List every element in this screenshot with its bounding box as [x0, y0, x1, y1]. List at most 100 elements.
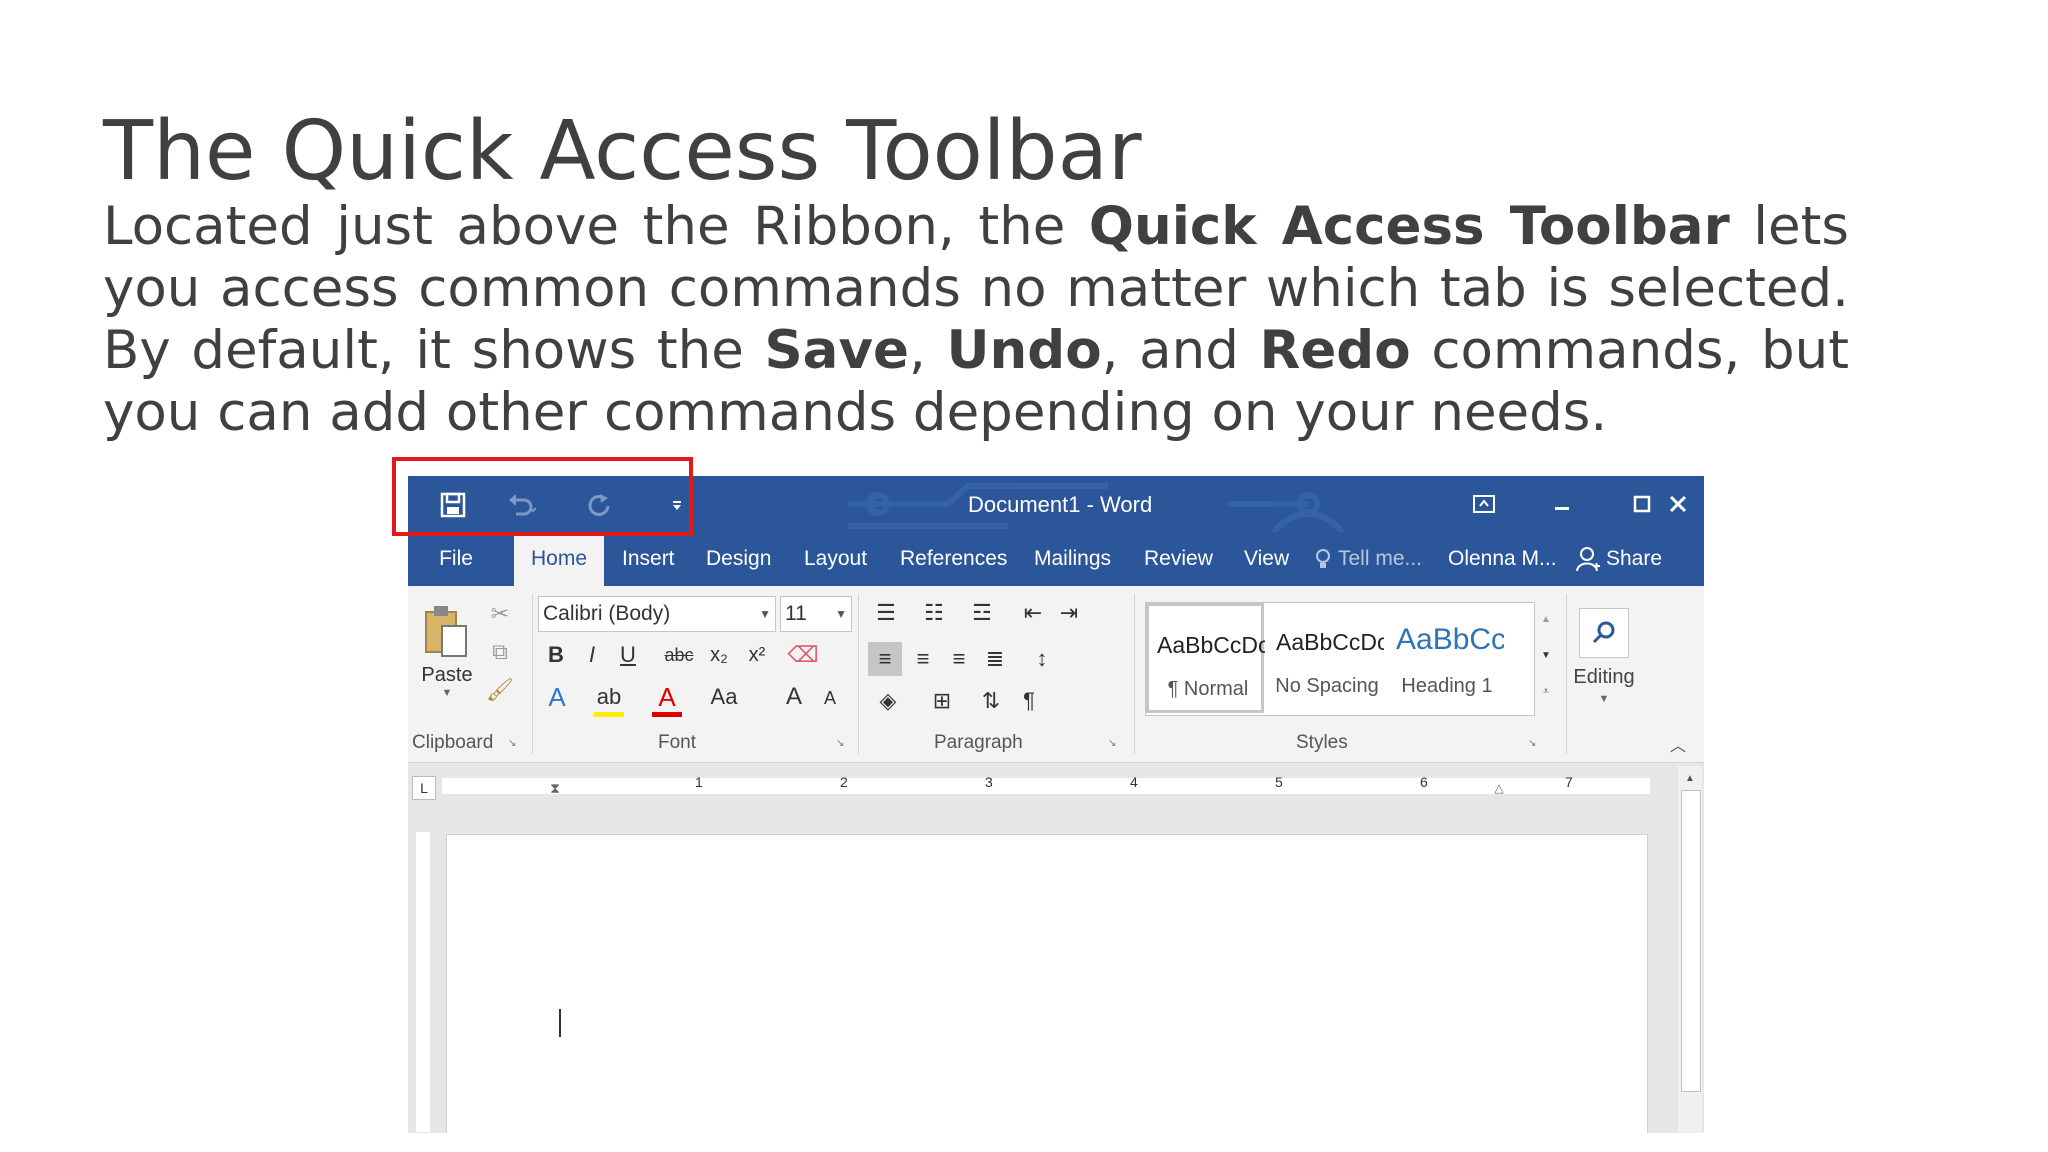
editing-button[interactable]: Editing ▼ — [1572, 594, 1636, 718]
styles-more-icon[interactable]: ⩡ — [1536, 674, 1556, 708]
font-size-combo[interactable]: 11 ▼ — [780, 596, 852, 632]
minimize-icon[interactable] — [1542, 486, 1582, 522]
right-indent-marker[interactable]: △ — [1492, 780, 1506, 796]
body-text: , — [908, 320, 947, 381]
ruler-number: 5 — [1275, 774, 1283, 790]
decrease-indent-icon[interactable]: ⇤ — [1016, 596, 1050, 630]
ribbon-tabs: File Home Insert Design Layout Reference… — [408, 532, 1704, 586]
vertical-scrollbar[interactable]: ▲ — [1678, 766, 1702, 1133]
close-icon[interactable] — [1658, 486, 1698, 522]
body-text: Located just above the Ribbon, the — [103, 196, 1089, 257]
increase-indent-icon[interactable]: ⇥ — [1052, 596, 1086, 630]
chevron-down-icon: ▼ — [835, 607, 847, 621]
tab-mailings[interactable]: Mailings — [1034, 532, 1111, 586]
styles-scroll-up-icon[interactable]: ▲ — [1536, 602, 1556, 636]
scrollbar-thumb[interactable] — [1681, 790, 1701, 1092]
superscript-button[interactable]: x² — [742, 640, 772, 670]
shading-icon[interactable]: ◈ — [868, 684, 908, 718]
dialog-launcher-icon[interactable]: ↘ — [836, 738, 848, 750]
clear-formatting-icon[interactable]: ⌫ — [787, 640, 818, 670]
chevron-down-icon: ▼ — [1598, 692, 1610, 705]
share-button[interactable]: Share — [1576, 532, 1662, 586]
collapse-ribbon-icon[interactable]: ︿ — [1666, 732, 1690, 756]
tab-layout[interactable]: Layout — [804, 532, 867, 586]
group-separator — [858, 594, 859, 754]
subscript-button[interactable]: x₂ — [704, 640, 734, 670]
user-account[interactable]: Olenna M... — [1448, 532, 1557, 586]
style-name: Heading 1 — [1401, 675, 1493, 697]
group-separator — [1566, 594, 1567, 754]
tab-references[interactable]: References — [900, 532, 1007, 586]
scroll-up-icon[interactable]: ▲ — [1680, 768, 1700, 788]
style-name: No Spacing — [1275, 675, 1379, 697]
maximize-icon[interactable] — [1622, 486, 1662, 522]
styles-gallery: AaBbCcDc ¶ Normal AaBbCcDc No Spacing Aa… — [1145, 602, 1535, 716]
font-name-combo[interactable]: Calibri (Body) ▼ — [538, 596, 776, 632]
italic-button[interactable]: I — [578, 640, 606, 670]
style-sample: AaBbCcDc — [1276, 629, 1384, 655]
ruler-number: 2 — [840, 774, 848, 790]
justify-icon[interactable]: ≣ — [978, 642, 1012, 676]
ruler-number: 3 — [985, 774, 993, 790]
bold-button[interactable]: B — [542, 640, 570, 670]
tab-view[interactable]: View — [1244, 532, 1289, 586]
body-bold-qat: Quick Access Toolbar — [1088, 196, 1730, 257]
tell-me-search[interactable]: Tell me... — [1314, 532, 1422, 586]
ribbon-home: Paste ▼ ✂ ⧉ 🖌 Clipboard ↘ Calibri (Body)… — [408, 586, 1704, 763]
document-page[interactable] — [446, 834, 1648, 1133]
align-center-icon[interactable]: ≡ — [906, 642, 940, 676]
dialog-launcher-icon[interactable]: ↘ — [508, 738, 520, 750]
tab-design[interactable]: Design — [706, 532, 771, 586]
numbering-icon[interactable]: ☷ — [914, 596, 954, 630]
text-effects-icon[interactable]: A — [542, 682, 572, 712]
vertical-ruler[interactable] — [416, 832, 430, 1132]
font-size-value: 11 — [785, 602, 807, 625]
line-spacing-icon[interactable]: ↕ — [1022, 642, 1062, 676]
strikethrough-button[interactable]: abc — [662, 640, 696, 670]
copy-icon[interactable]: ⧉ — [486, 638, 514, 666]
ruler-number: 1 — [695, 774, 703, 790]
style-normal[interactable]: AaBbCcDc ¶ Normal — [1146, 603, 1265, 713]
change-case-button[interactable]: Aa — [706, 682, 742, 712]
style-no-spacing[interactable]: AaBbCcDc No Spacing — [1268, 603, 1386, 713]
tab-review[interactable]: Review — [1144, 532, 1213, 586]
highlight-color-icon[interactable]: ab — [594, 682, 624, 717]
paste-button[interactable]: Paste ▼ — [420, 596, 474, 706]
style-heading-1[interactable]: AaBbCc Heading 1 — [1388, 603, 1506, 713]
body-bold-undo: Undo — [946, 320, 1102, 381]
group-separator — [532, 594, 533, 754]
paste-label: Paste — [421, 663, 473, 686]
tab-home[interactable]: Home — [514, 532, 604, 586]
font-color-icon[interactable]: A — [652, 682, 682, 717]
align-left-icon[interactable]: ≡ — [868, 642, 902, 676]
tab-selector-icon[interactable]: L — [412, 776, 436, 800]
left-indent-marker[interactable]: ⧗ — [548, 774, 562, 802]
multilevel-list-icon[interactable]: ☲ — [962, 596, 1002, 630]
tell-me-label: Tell me... — [1338, 547, 1423, 570]
ruler-number: 7 — [1565, 774, 1573, 790]
tab-file[interactable]: File — [408, 532, 504, 586]
tab-insert[interactable]: Insert — [622, 532, 675, 586]
align-right-icon[interactable]: ≡ — [942, 642, 976, 676]
lightbulb-icon — [1316, 549, 1330, 568]
ribbon-display-options-icon[interactable] — [1464, 486, 1504, 522]
ruler-strip — [442, 778, 1650, 794]
horizontal-ruler[interactable]: L 1 2 3 4 5 6 7 ⧗ △ — [408, 766, 1704, 806]
shrink-font-button[interactable]: A — [818, 684, 842, 712]
cut-icon[interactable]: ✂ — [486, 600, 514, 628]
underline-button[interactable]: U — [614, 640, 642, 670]
styles-scroll-down-icon[interactable]: ▼ — [1536, 638, 1556, 672]
borders-icon[interactable]: ⊞ — [922, 684, 962, 718]
dialog-launcher-icon[interactable]: ↘ — [1108, 738, 1120, 750]
dialog-launcher-icon[interactable]: ↘ — [1528, 738, 1540, 750]
grow-font-button[interactable]: A — [780, 682, 808, 712]
body-bold-redo: Redo — [1259, 320, 1411, 381]
format-painter-icon[interactable]: 🖌 — [486, 676, 514, 704]
text-cursor — [559, 1009, 561, 1037]
bullets-icon[interactable]: ☰ — [866, 596, 906, 630]
editing-label: Editing — [1573, 665, 1635, 688]
sort-icon[interactable]: ⇅ — [974, 684, 1008, 718]
ruler-number: 4 — [1130, 774, 1138, 790]
show-formatting-button[interactable]: ¶ — [1012, 684, 1046, 718]
share-label: Share — [1606, 547, 1663, 570]
